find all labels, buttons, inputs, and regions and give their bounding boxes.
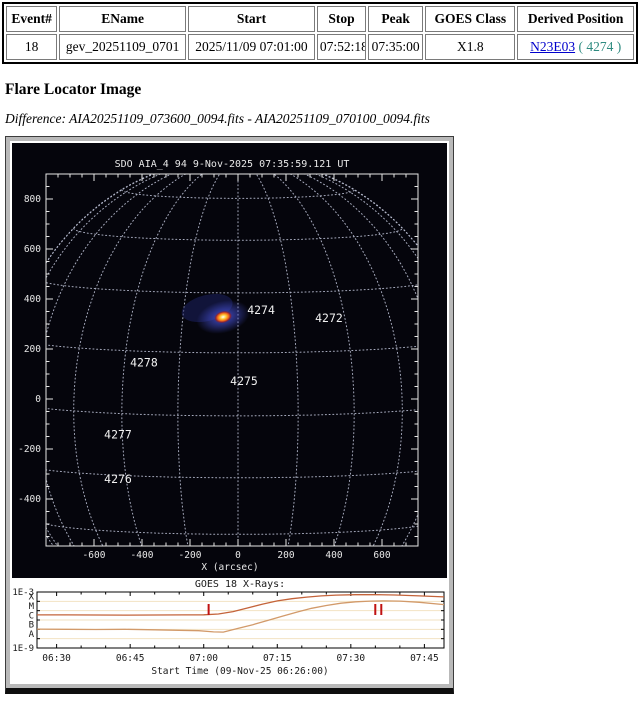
col-goes-class: GOES Class (425, 6, 515, 32)
start-cell: 2025/11/09 07:01:00 (188, 34, 315, 60)
col-stop: Stop (317, 6, 366, 32)
svg-text:200: 200 (24, 344, 41, 355)
col-ename: EName (59, 6, 186, 32)
svg-text:1E-9: 1E-9 (12, 644, 34, 654)
goes-class-cell: X1.8 (425, 34, 515, 60)
active-region-label-4277: 4277 (104, 428, 132, 442)
svg-text:200: 200 (277, 550, 294, 561)
svg-text:400: 400 (325, 550, 342, 561)
ename-cell: gev_20251109_0701 (59, 34, 186, 60)
active-region-label-4276: 4276 (104, 472, 132, 486)
svg-text:06:45: 06:45 (116, 653, 145, 664)
svg-text:-600: -600 (83, 550, 106, 561)
event-table-row: 18 gev_20251109_0701 2025/11/09 07:01:00… (6, 34, 634, 60)
position-region-number: ( 4274 ) (578, 39, 621, 54)
svg-text:-200: -200 (179, 550, 202, 561)
svg-text:A: A (29, 630, 35, 640)
position-link[interactable]: N23E03 (530, 39, 575, 54)
sdo-aia-solar-image[interactable]: SDO AIA_4 94 9-Nov-2025 07:35:59.121 UT -… (12, 143, 447, 578)
svg-text:GOES 18 X-Rays:: GOES 18 X-Rays: (195, 579, 285, 590)
svg-text:600: 600 (373, 550, 390, 561)
svg-text:07:15: 07:15 (263, 653, 292, 664)
flare-marker-II (380, 604, 382, 615)
flare-marker-II (374, 604, 376, 615)
event-table-header-row: Event# EName Start Stop Peak GOES Class … (6, 6, 634, 32)
active-region-label-4274: 4274 (247, 303, 275, 317)
svg-text:600: 600 (24, 244, 41, 255)
difference-caption: Difference: AIA20251109_073600_0094.fits… (5, 111, 640, 127)
peak-cell: 07:35:00 (368, 34, 423, 60)
svg-text:07:45: 07:45 (410, 653, 439, 664)
col-event-no: Event# (6, 6, 57, 32)
svg-text:0: 0 (235, 550, 241, 561)
svg-text:-200: -200 (18, 444, 41, 455)
active-region-label-4272: 4272 (315, 311, 343, 325)
flare-marker-I (208, 604, 210, 615)
flare-locator-image-frame[interactable]: SDO AIA_4 94 9-Nov-2025 07:35:59.121 UT -… (5, 136, 454, 694)
event-no-cell: 18 (6, 34, 57, 60)
svg-text:-400: -400 (18, 494, 41, 505)
svg-text:800: 800 (24, 194, 41, 205)
col-peak: Peak (368, 6, 423, 32)
svg-text:07:00: 07:00 (189, 653, 218, 664)
svg-text:0: 0 (35, 394, 41, 405)
svg-text:07:30: 07:30 (337, 653, 366, 664)
svg-text:Start Time (09-Nov-25 06:26:00: Start Time (09-Nov-25 06:26:00) (151, 666, 328, 677)
derived-position-cell: N23E03 ( 4274 ) (517, 34, 634, 60)
col-derived-position: Derived Position (517, 6, 634, 32)
goes-series-long-channel (37, 595, 444, 616)
svg-text:-400: -400 (131, 550, 154, 561)
svg-text:400: 400 (24, 294, 41, 305)
svg-text:X (arcsec): X (arcsec) (201, 562, 258, 573)
active-region-label-4275: 4275 (230, 374, 258, 388)
goes-series-short-channel (37, 601, 444, 632)
svg-text:06:30: 06:30 (42, 653, 71, 664)
svg-text:SDO AIA_4 94 9-Nov-2025 07:35: SDO AIA_4 94 9-Nov-2025 07:35:59.121 UT (115, 159, 350, 170)
page-title: Flare Locator Image (5, 81, 640, 99)
goes-xray-lightcurve: GOES 18 X-Rays:1E-3XMCBA1E-906:3006:4507… (12, 578, 447, 682)
active-region-label-4278: 4278 (130, 356, 158, 370)
goes-xray-plot: GOES 18 X-Rays:1E-3XMCBA1E-906:3006:4507… (12, 578, 447, 682)
stop-cell: 07:52:18 (317, 34, 366, 60)
solar-grid-plot: SDO AIA_4 94 9-Nov-2025 07:35:59.121 UT -… (12, 143, 447, 578)
col-start: Start (188, 6, 315, 32)
event-table: Event# EName Start Stop Peak GOES Class … (2, 2, 638, 64)
